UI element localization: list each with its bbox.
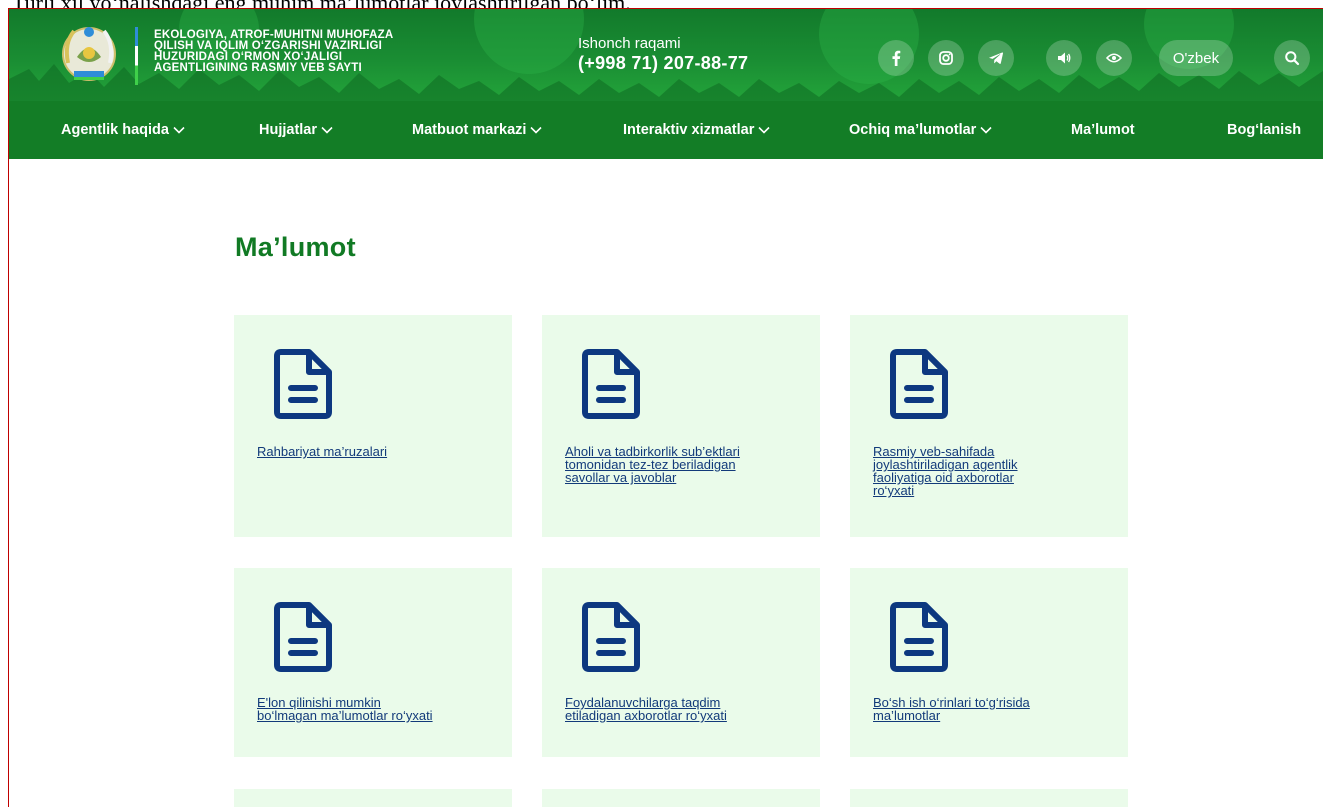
- document-icon: [582, 602, 640, 672]
- nav-item-label: Bog‘lanish: [1227, 122, 1302, 138]
- search-button[interactable]: [1274, 40, 1310, 76]
- nav-item-matbuot-markazi[interactable]: Matbuot markazi: [412, 101, 542, 159]
- card-link[interactable]: Bo‘sh ish o‘rinlari to‘g‘risida ma’lumot…: [873, 696, 1109, 722]
- card-link[interactable]: Rahbariyat ma’ruzalari: [257, 445, 493, 458]
- visibility-button[interactable]: [1096, 40, 1132, 76]
- card-link-line: savollar va javoblar: [565, 470, 677, 485]
- chevron-down-icon: [758, 126, 770, 134]
- facebook-button[interactable]: [878, 40, 914, 76]
- card-link[interactable]: Foydalanuvchilarga taqdim etiladigan axb…: [565, 696, 801, 722]
- info-card[interactable]: Foydalanuvchilarga taqdim etiladigan axb…: [542, 568, 820, 757]
- card-link[interactable]: Rasmiy veb-sahifada joylashtiriladigan a…: [873, 445, 1109, 497]
- document-icon: [274, 349, 332, 419]
- card-link[interactable]: E'lon qilinishi mumkin bo‘lmagan ma’lumo…: [257, 696, 493, 722]
- info-card[interactable]: Bo‘sh ish o‘rinlari to‘g‘risida ma’lumot…: [850, 568, 1128, 757]
- nav-item-label: Agentlik haqida: [61, 122, 169, 138]
- chevron-down-icon: [980, 126, 992, 134]
- card-link[interactable]: Aholi va tadbirkorlik sub’ektlari tomoni…: [565, 445, 801, 484]
- page-title: Ma’lumot: [235, 232, 356, 262]
- nav-item-label: Ochiq ma’lumotlar: [849, 122, 977, 138]
- agency-name[interactable]: EKOLOGIYA, ATROF-MUHITNI MUHOFAZA QILISH…: [154, 29, 484, 74]
- nav-item-hujjatlar[interactable]: Hujjatlar: [259, 101, 333, 159]
- state-emblem-logo: [62, 27, 116, 81]
- document-icon: [274, 602, 332, 672]
- telegram-icon: [989, 52, 1004, 64]
- card-link-line: ma’lumotlar: [873, 708, 941, 723]
- nav-item-interaktiv-xizmatlar[interactable]: Interaktiv xizmatlar: [623, 101, 770, 159]
- instagram-icon: [939, 51, 953, 65]
- card-link-line: etiladigan axborotlar ro‘yxati: [565, 708, 727, 723]
- audio-button[interactable]: [1046, 40, 1082, 76]
- card-link-line: Rahbariyat ma’ruzalari: [257, 444, 388, 459]
- emblem-flag-divider: [135, 27, 138, 85]
- info-card[interactable]: [850, 789, 1128, 807]
- nav-item-label: Ma’lumot: [1071, 122, 1135, 138]
- nav-item-ochiq-malumotlar[interactable]: Ochiq ma’lumotlar: [849, 101, 992, 159]
- telegram-button[interactable]: [978, 40, 1014, 76]
- site-header: EKOLOGIYA, ATROF-MUHITNI MUHOFAZA QILISH…: [9, 9, 1323, 101]
- info-card[interactable]: E'lon qilinishi mumkin bo‘lmagan ma’lumo…: [234, 568, 512, 757]
- facebook-icon: [892, 50, 901, 66]
- info-card[interactable]: Aholi va tadbirkorlik sub’ektlari tomoni…: [542, 315, 820, 537]
- nav-item-label: Interaktiv xizmatlar: [623, 122, 755, 138]
- info-card[interactable]: [234, 789, 512, 807]
- hotline-number[interactable]: (+998 71) 207-88-77: [578, 53, 748, 74]
- info-card[interactable]: Rasmiy veb-sahifada joylashtiriladigan a…: [850, 315, 1128, 537]
- eye-icon: [1106, 53, 1122, 63]
- agency-name-line: AGENTLIGINING RASMIY VEB SAYTI: [154, 62, 362, 74]
- card-link-line: bo‘lmagan ma’lumotlar ro‘yxati: [257, 708, 433, 723]
- document-icon: [890, 602, 948, 672]
- chevron-down-icon: [530, 126, 542, 134]
- main-navigation: Agentlik haqida Hujjatlar Matbuot markaz…: [9, 101, 1323, 159]
- chevron-down-icon: [173, 126, 185, 134]
- chevron-down-icon: [321, 126, 333, 134]
- nav-item-label: Hujjatlar: [259, 122, 318, 138]
- nav-item-malumot[interactable]: Ma’lumot: [1071, 101, 1135, 159]
- document-icon: [890, 349, 948, 419]
- nav-item-agentlik-haqida[interactable]: Agentlik haqida: [61, 101, 185, 159]
- info-card[interactable]: Rahbariyat ma’ruzalari: [234, 315, 512, 537]
- hotline-label: Ishonch raqami: [578, 35, 681, 52]
- card-link-line: ro‘yxati: [873, 483, 915, 498]
- info-card[interactable]: [542, 789, 820, 807]
- search-icon: [1285, 51, 1300, 66]
- document-icon: [582, 349, 640, 419]
- instagram-button[interactable]: [928, 40, 964, 76]
- nav-item-boglanish[interactable]: Bog‘lanish: [1227, 101, 1301, 159]
- nav-item-label: Matbuot markazi: [412, 122, 527, 138]
- speaker-icon: [1058, 52, 1071, 64]
- language-selector[interactable]: O'zbek: [1159, 40, 1233, 76]
